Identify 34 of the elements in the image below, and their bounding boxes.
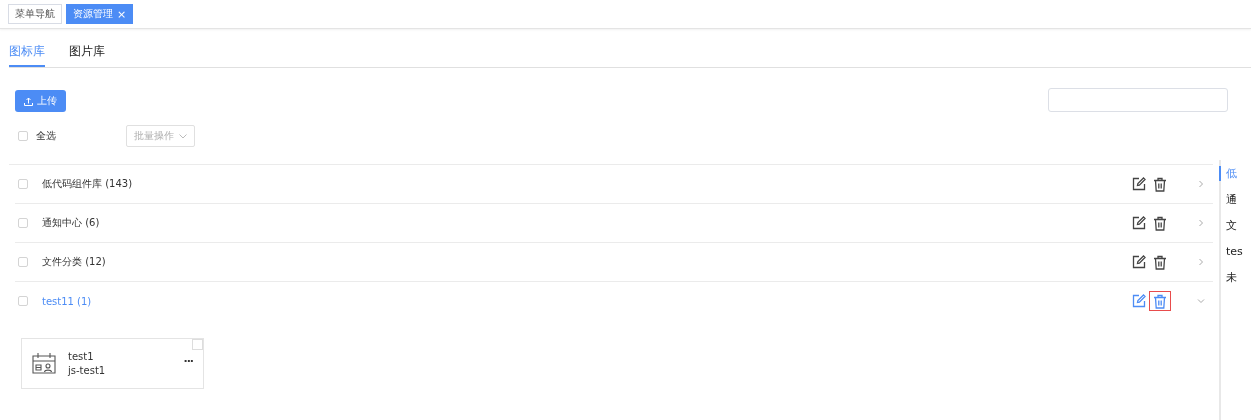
edit-icon[interactable] bbox=[1132, 255, 1146, 269]
checkbox[interactable] bbox=[18, 296, 28, 306]
chevron-down-icon[interactable] bbox=[1197, 297, 1205, 305]
checkbox[interactable] bbox=[192, 339, 203, 350]
select-all-label: 全选 bbox=[36, 129, 56, 143]
anchor-link[interactable]: 文 bbox=[1219, 218, 1251, 233]
icon-card[interactable]: test1 js-test1 ··· bbox=[21, 338, 204, 389]
chevron-right-icon[interactable] bbox=[1197, 180, 1205, 188]
upload-icon bbox=[24, 96, 33, 106]
checkbox[interactable] bbox=[18, 131, 28, 141]
anchor-link[interactable]: 通 bbox=[1219, 192, 1251, 207]
anchor-link[interactable]: tes bbox=[1219, 244, 1251, 259]
checkbox[interactable] bbox=[18, 218, 28, 228]
group-name: 文件分类 (12) bbox=[42, 255, 107, 269]
anchor-link[interactable]: 低 bbox=[1219, 166, 1251, 181]
icon-code: js-test1 bbox=[68, 365, 107, 376]
search-field[interactable] bbox=[1048, 88, 1228, 112]
library-tab[interactable]: 图标库 bbox=[9, 43, 45, 67]
checkbox[interactable] bbox=[18, 179, 28, 189]
more-button[interactable]: ··· bbox=[183, 355, 193, 368]
library-tab[interactable]: 图片库 bbox=[69, 43, 105, 67]
calendar-person-icon bbox=[32, 351, 56, 376]
edit-icon[interactable] bbox=[1132, 177, 1146, 191]
anchor-link[interactable]: 未 bbox=[1219, 270, 1251, 285]
checkbox[interactable] bbox=[18, 257, 28, 267]
group-name: 通知中心 (6) bbox=[42, 216, 101, 230]
group-name: 低代码组件库 (143) bbox=[42, 177, 134, 191]
chevron-down-icon bbox=[179, 133, 187, 139]
edit-icon[interactable] bbox=[1132, 216, 1146, 230]
chevron-right-icon[interactable] bbox=[1197, 258, 1205, 266]
icon-name: test1 bbox=[68, 351, 95, 362]
group-name: test11 (1) bbox=[42, 295, 93, 307]
chevron-right-icon[interactable] bbox=[1197, 219, 1205, 227]
page-tab[interactable]: 菜单导航 bbox=[8, 4, 62, 24]
